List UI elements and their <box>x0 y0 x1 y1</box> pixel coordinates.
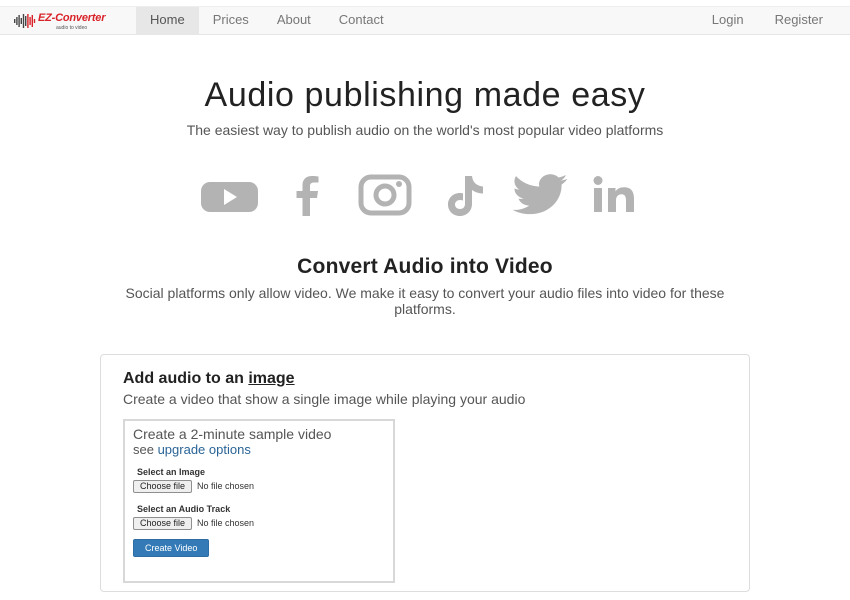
instagram-icon <box>358 174 412 218</box>
choose-audio-button[interactable]: Choose file <box>133 516 193 530</box>
linkedin-icon <box>592 174 648 218</box>
convert-title: Convert Audio into Video <box>297 255 553 278</box>
brand-tagline: audio to video <box>56 25 88 31</box>
sample-text: Create a 2-minute sample video <box>133 426 332 442</box>
convert-subtitle: Social platforms only allow video. We ma… <box>125 285 725 317</box>
panel-title-link[interactable]: image <box>248 370 294 387</box>
nav-main: Home Prices About Contact <box>136 7 398 35</box>
platform-icons <box>200 174 650 218</box>
panel-title-prefix: Add audio to an <box>123 370 249 387</box>
nav-prices[interactable]: Prices <box>199 7 263 35</box>
nav-login[interactable]: Login <box>696 7 759 35</box>
youtube-icon <box>200 174 260 218</box>
image-label: Select an Image <box>137 467 206 477</box>
image-converter-panel: Add audio to an image Create a video tha… <box>100 354 750 592</box>
image-file-status: No file chosen <box>197 481 255 491</box>
panel-subtitle: Create a video that show a single image … <box>123 391 526 407</box>
navbar: EZ-Converter audio to video Home Prices … <box>0 6 850 35</box>
audio-label: Select an Audio Track <box>137 504 231 514</box>
nav-about[interactable]: About <box>263 7 325 35</box>
facebook-icon <box>290 174 326 218</box>
audio-file-status: No file chosen <box>197 518 255 528</box>
soundwave-icon <box>14 14 36 28</box>
image-file-input: Choose file No file chosen <box>133 479 254 493</box>
panel-title: Add audio to an image <box>123 370 295 388</box>
twitter-icon <box>512 174 572 218</box>
nav-register[interactable]: Register <box>759 7 838 35</box>
nav-account: Login Register <box>696 7 838 35</box>
upgrade-line: see upgrade options <box>133 442 251 457</box>
brand-logo[interactable]: EZ-Converter audio to video <box>14 11 126 33</box>
see-text: see <box>133 442 158 457</box>
choose-image-button[interactable]: Choose file <box>133 479 193 493</box>
upload-form: Create a 2-minute sample video see upgra… <box>123 419 395 583</box>
hero-subtitle: The easiest way to publish audio on the … <box>186 122 664 138</box>
tiktok-icon <box>438 174 490 218</box>
nav-contact[interactable]: Contact <box>325 7 398 35</box>
hero-title: Audio publishing made easy <box>204 76 646 114</box>
brand-name: EZ-Converter <box>38 12 106 24</box>
audio-file-input: Choose file No file chosen <box>133 516 254 530</box>
nav-home[interactable]: Home <box>136 7 199 35</box>
create-video-button[interactable]: Create Video <box>133 539 210 557</box>
upgrade-options-link[interactable]: upgrade options <box>158 442 251 457</box>
